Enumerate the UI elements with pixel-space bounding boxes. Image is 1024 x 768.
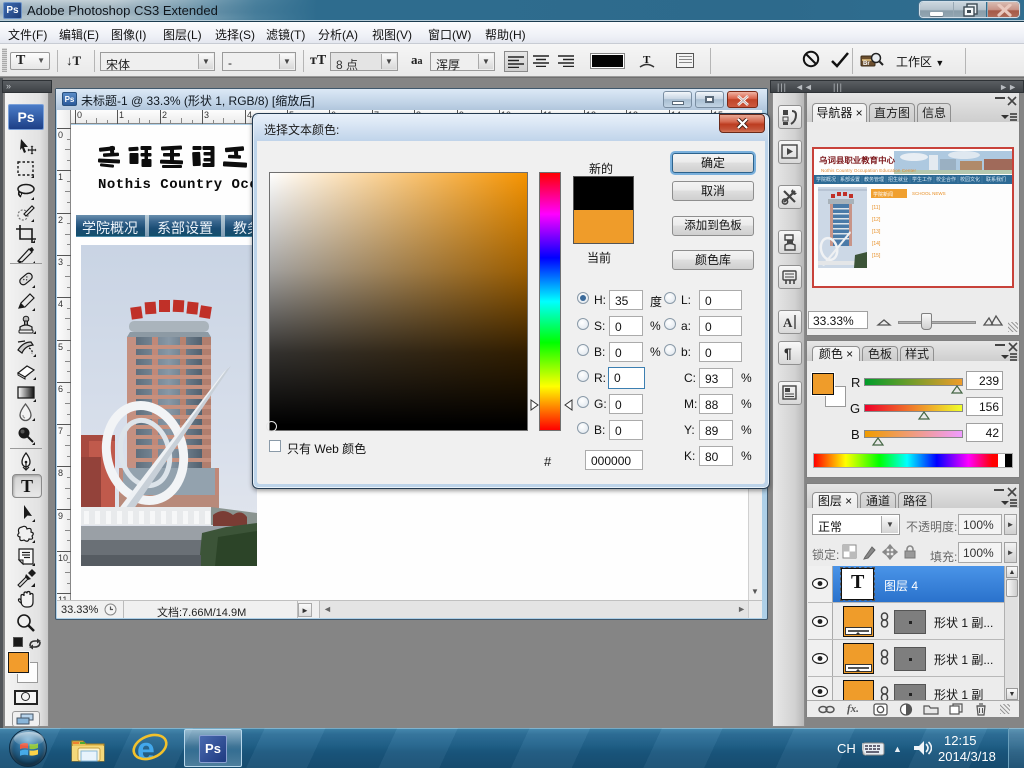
svg-text:学院概况: 学院概况: [816, 176, 836, 183]
svg-text:T: T: [643, 54, 651, 66]
svg-text:[12]: [12]: [872, 217, 881, 223]
svg-text:SCHOOL NEWS: SCHOOL NEWS: [912, 191, 946, 196]
svg-text:[14]: [14]: [872, 241, 881, 247]
svg-text:Br: Br: [863, 61, 870, 67]
svg-text:[15]: [15]: [872, 253, 881, 259]
svg-text:[11]: [11]: [872, 205, 881, 211]
svg-text:学院新闻: 学院新闻: [873, 191, 893, 198]
svg-text:教务管理: 教务管理: [864, 176, 884, 183]
svg-text:招生就业: 招生就业: [888, 176, 908, 183]
svg-text:乌词县职业教育中心: 乌词县职业教育中心: [819, 155, 895, 165]
svg-text:Nothis Country Occupation Educ: Nothis Country Occupation Education Cent…: [821, 168, 917, 173]
svg-text:学生工作: 学生工作: [912, 176, 932, 183]
svg-text:系部设置: 系部设置: [840, 176, 860, 183]
svg-text:¶: ¶: [784, 345, 792, 361]
svg-text:校企合作: 校企合作: [936, 176, 956, 183]
svg-text:校园文化: 校园文化: [960, 176, 980, 183]
svg-text:联系我们: 联系我们: [986, 176, 1006, 183]
svg-text:[13]: [13]: [872, 229, 881, 235]
svg-text:A: A: [783, 315, 793, 330]
